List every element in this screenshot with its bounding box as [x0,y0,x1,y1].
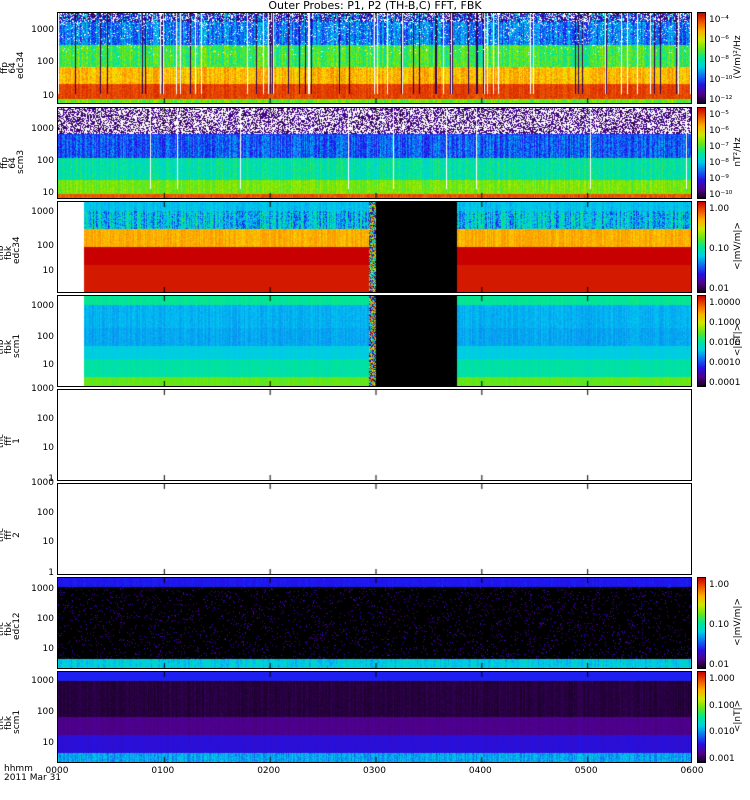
colorbar-tick-label: 10⁻⁶ [709,35,729,45]
y-tick-label: 1000 [31,25,54,35]
spectrogram-image [58,13,691,103]
y-tick-label: 1000 [31,206,54,217]
y-tick-label: 10 [42,738,54,748]
colorbar [697,577,706,669]
y-tick-label: 1 [48,568,54,578]
colorbar-tick-label: 10⁻¹⁰ [709,75,733,85]
colorbar-tick-label: 10⁻¹⁰ [709,190,733,200]
y-tick-label: 1000 [31,583,54,594]
y-tick-label: 100 [36,614,54,625]
x-tick-label: 0100 [151,766,175,776]
x-tick-label: 0600 [680,766,704,776]
x-tick-label: 0300 [363,766,386,776]
colorbar-unit: nT²/Hz [733,137,743,167]
colorbar-tick-label: 10⁻⁷ [709,142,729,152]
x-tick-label: 0500 [574,766,598,776]
colorbar [697,671,706,763]
colorbar-unit: <|mV/m|> [733,598,743,646]
y-tick-label: 10 [42,537,54,548]
colorbar-tick-label: 0.10 [709,244,730,254]
colorbar-tick-label: 0.10 [709,620,730,630]
y-tick-label: 10 [42,266,54,277]
y-tick-label: 100 [36,413,54,424]
colorbar-unit: <|nT|> [733,699,743,733]
spectrogram-panel-5 [57,389,692,481]
spectrogram-image [58,672,691,762]
colorbar-tick-label: 0.01 [709,660,730,670]
spectrogram-panel-7 [57,577,692,669]
y-tick-label: 10 [42,90,54,101]
y-tick-label: 1000 [31,675,54,686]
y-tick-label: 1000 [31,384,54,394]
y-tick-label: 100 [36,156,54,166]
spectrogram-panel-6 [57,483,692,575]
y-tick-label: 10 [42,443,54,454]
date-label: 2011 Mar 31 [4,773,62,783]
colorbar-tick-label: 0.01 [709,284,730,294]
colorbar [697,107,706,199]
spectrogram-panel-3 [57,201,692,293]
y-tick-label: 1000 [31,300,54,311]
colorbar-tick-label: 10⁻⁴ [709,15,729,25]
spectrogram-image [58,484,691,574]
y-tick-label: 100 [36,707,54,718]
colorbar [697,201,706,293]
spectrogram-panel-4 [57,295,692,387]
y-tick-label: 1000 [31,123,54,134]
y-tick-label: 100 [36,507,54,518]
spectrogram-panel-2 [57,107,692,199]
spectrogram-image [58,578,691,668]
colorbar-tick-label: 10⁻⁵ [709,110,729,120]
spectrogram-panel-1 [57,12,692,104]
colorbar-tick-label: 0.100 [709,700,735,711]
spectrogram-image [58,108,691,198]
colorbar-tick-label: 1.00 [709,580,730,590]
colorbar-tick-label: 1.000 [709,674,735,684]
y-tick-label: 100 [36,332,54,343]
spectrogram-image [58,202,691,292]
spectrogram-panel-8 [57,671,692,763]
x-tick-label: 0400 [468,766,492,776]
spectrogram-figure: Outer Probes: P1, P2 (TH-B,C) FFT, FBK t… [0,0,750,800]
colorbar-unit: (V/m)²/Hz [733,35,743,79]
colorbar-tick-label: 10⁻⁸ [709,158,729,168]
colorbar [697,295,706,387]
spectrogram-image [58,390,691,480]
colorbar-tick-label: 1.00 [709,204,730,214]
spectrogram-image [58,296,691,386]
colorbar-tick-label: 0.010 [709,727,735,738]
colorbar-tick-label: 0.0001 [709,378,741,388]
colorbar-tick-label: 0.001 [709,754,735,764]
x-tick-label: 0200 [257,766,281,776]
y-tick-label: 1000 [31,478,54,488]
y-tick-label: 100 [36,56,54,67]
colorbar-tick-label: 10⁻¹² [709,95,733,105]
colorbar [697,12,706,104]
colorbar-unit: <|mV/m|> [733,222,743,270]
y-tick-label: 10 [42,188,54,199]
y-tick-label: 10 [42,360,54,371]
colorbar-unit: <|nT|> [733,323,743,357]
colorbar-tick-label: 10⁻⁹ [709,174,729,184]
figure-title: Outer Probes: P1, P2 (TH-B,C) FFT, FBK [268,0,482,12]
y-tick-label: 100 [36,241,54,251]
colorbar-tick-label: 10⁻⁸ [709,55,729,65]
y-tick-label: 10 [42,644,54,654]
colorbar-tick-label: 10⁻⁶ [709,126,729,136]
